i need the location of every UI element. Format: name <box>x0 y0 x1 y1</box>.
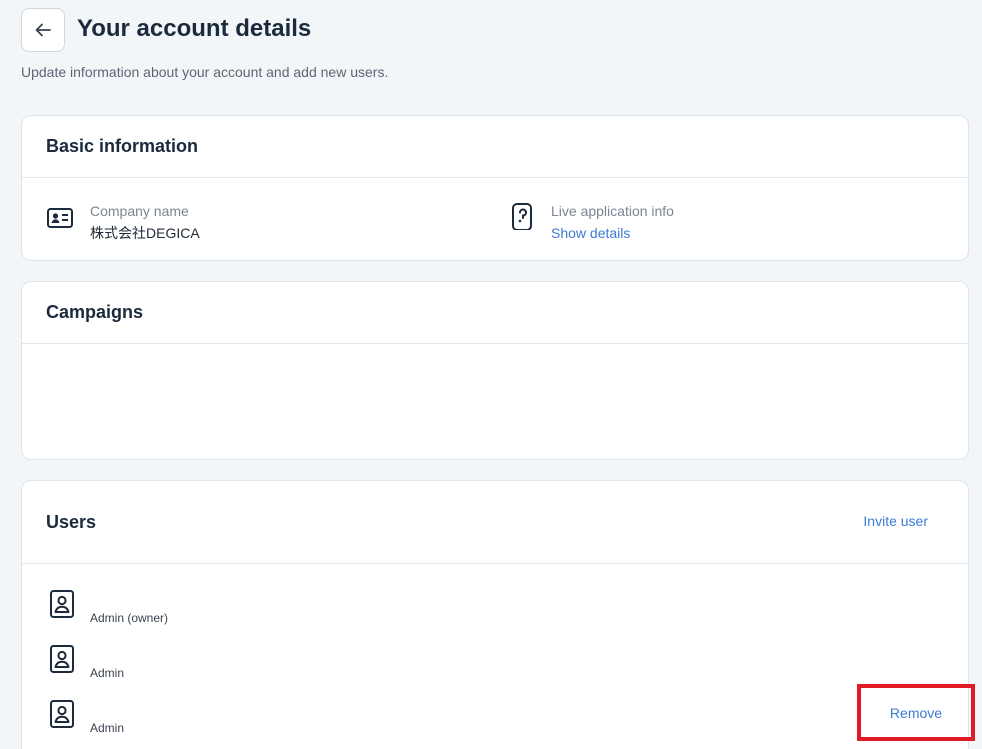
user-badge-icon <box>50 590 74 618</box>
user-row: Admin (owner) <box>49 589 168 625</box>
live-app-info: Live application info Show details <box>508 202 674 244</box>
id-card-icon <box>47 208 73 228</box>
campaigns-card: Campaigns <box>21 281 969 460</box>
users-header: Users Invite user <box>22 481 968 564</box>
campaigns-title: Campaigns <box>46 302 144 322</box>
user-badge-icon <box>50 645 74 673</box>
basic-info-card: Basic information Company name 株式会社DEGIC… <box>21 115 969 261</box>
users-card: Users Invite user Admin (owner) Admin Ad… <box>21 480 969 749</box>
user-row: Admin <box>49 644 124 680</box>
live-app-info-label: Live application info <box>551 203 674 219</box>
invite-user-link[interactable]: Invite user <box>863 513 928 529</box>
remove-user-button[interactable]: Remove <box>857 684 975 741</box>
basic-info-header: Basic information <box>22 116 968 178</box>
user-row: Admin <box>49 699 124 735</box>
user-badge-icon <box>50 700 74 728</box>
users-title: Users <box>46 511 97 532</box>
phone-app-icon <box>512 203 532 230</box>
show-details-link[interactable]: Show details <box>551 222 674 244</box>
basic-info-title: Basic information <box>46 136 199 156</box>
company-info: Company name 株式会社DEGICA <box>46 202 200 244</box>
company-name-value: 株式会社DEGICA <box>90 225 200 241</box>
arrow-left-icon <box>35 23 51 37</box>
page-title: Your account details <box>77 15 312 42</box>
campaigns-header: Campaigns <box>22 282 968 344</box>
user-role: Admin <box>90 666 125 680</box>
user-role: Admin (owner) <box>90 611 169 625</box>
user-role: Admin <box>90 721 125 735</box>
back-button[interactable] <box>21 8 65 52</box>
page-subtitle: Update information about your account an… <box>21 64 389 80</box>
company-name-label: Company name <box>90 203 189 219</box>
